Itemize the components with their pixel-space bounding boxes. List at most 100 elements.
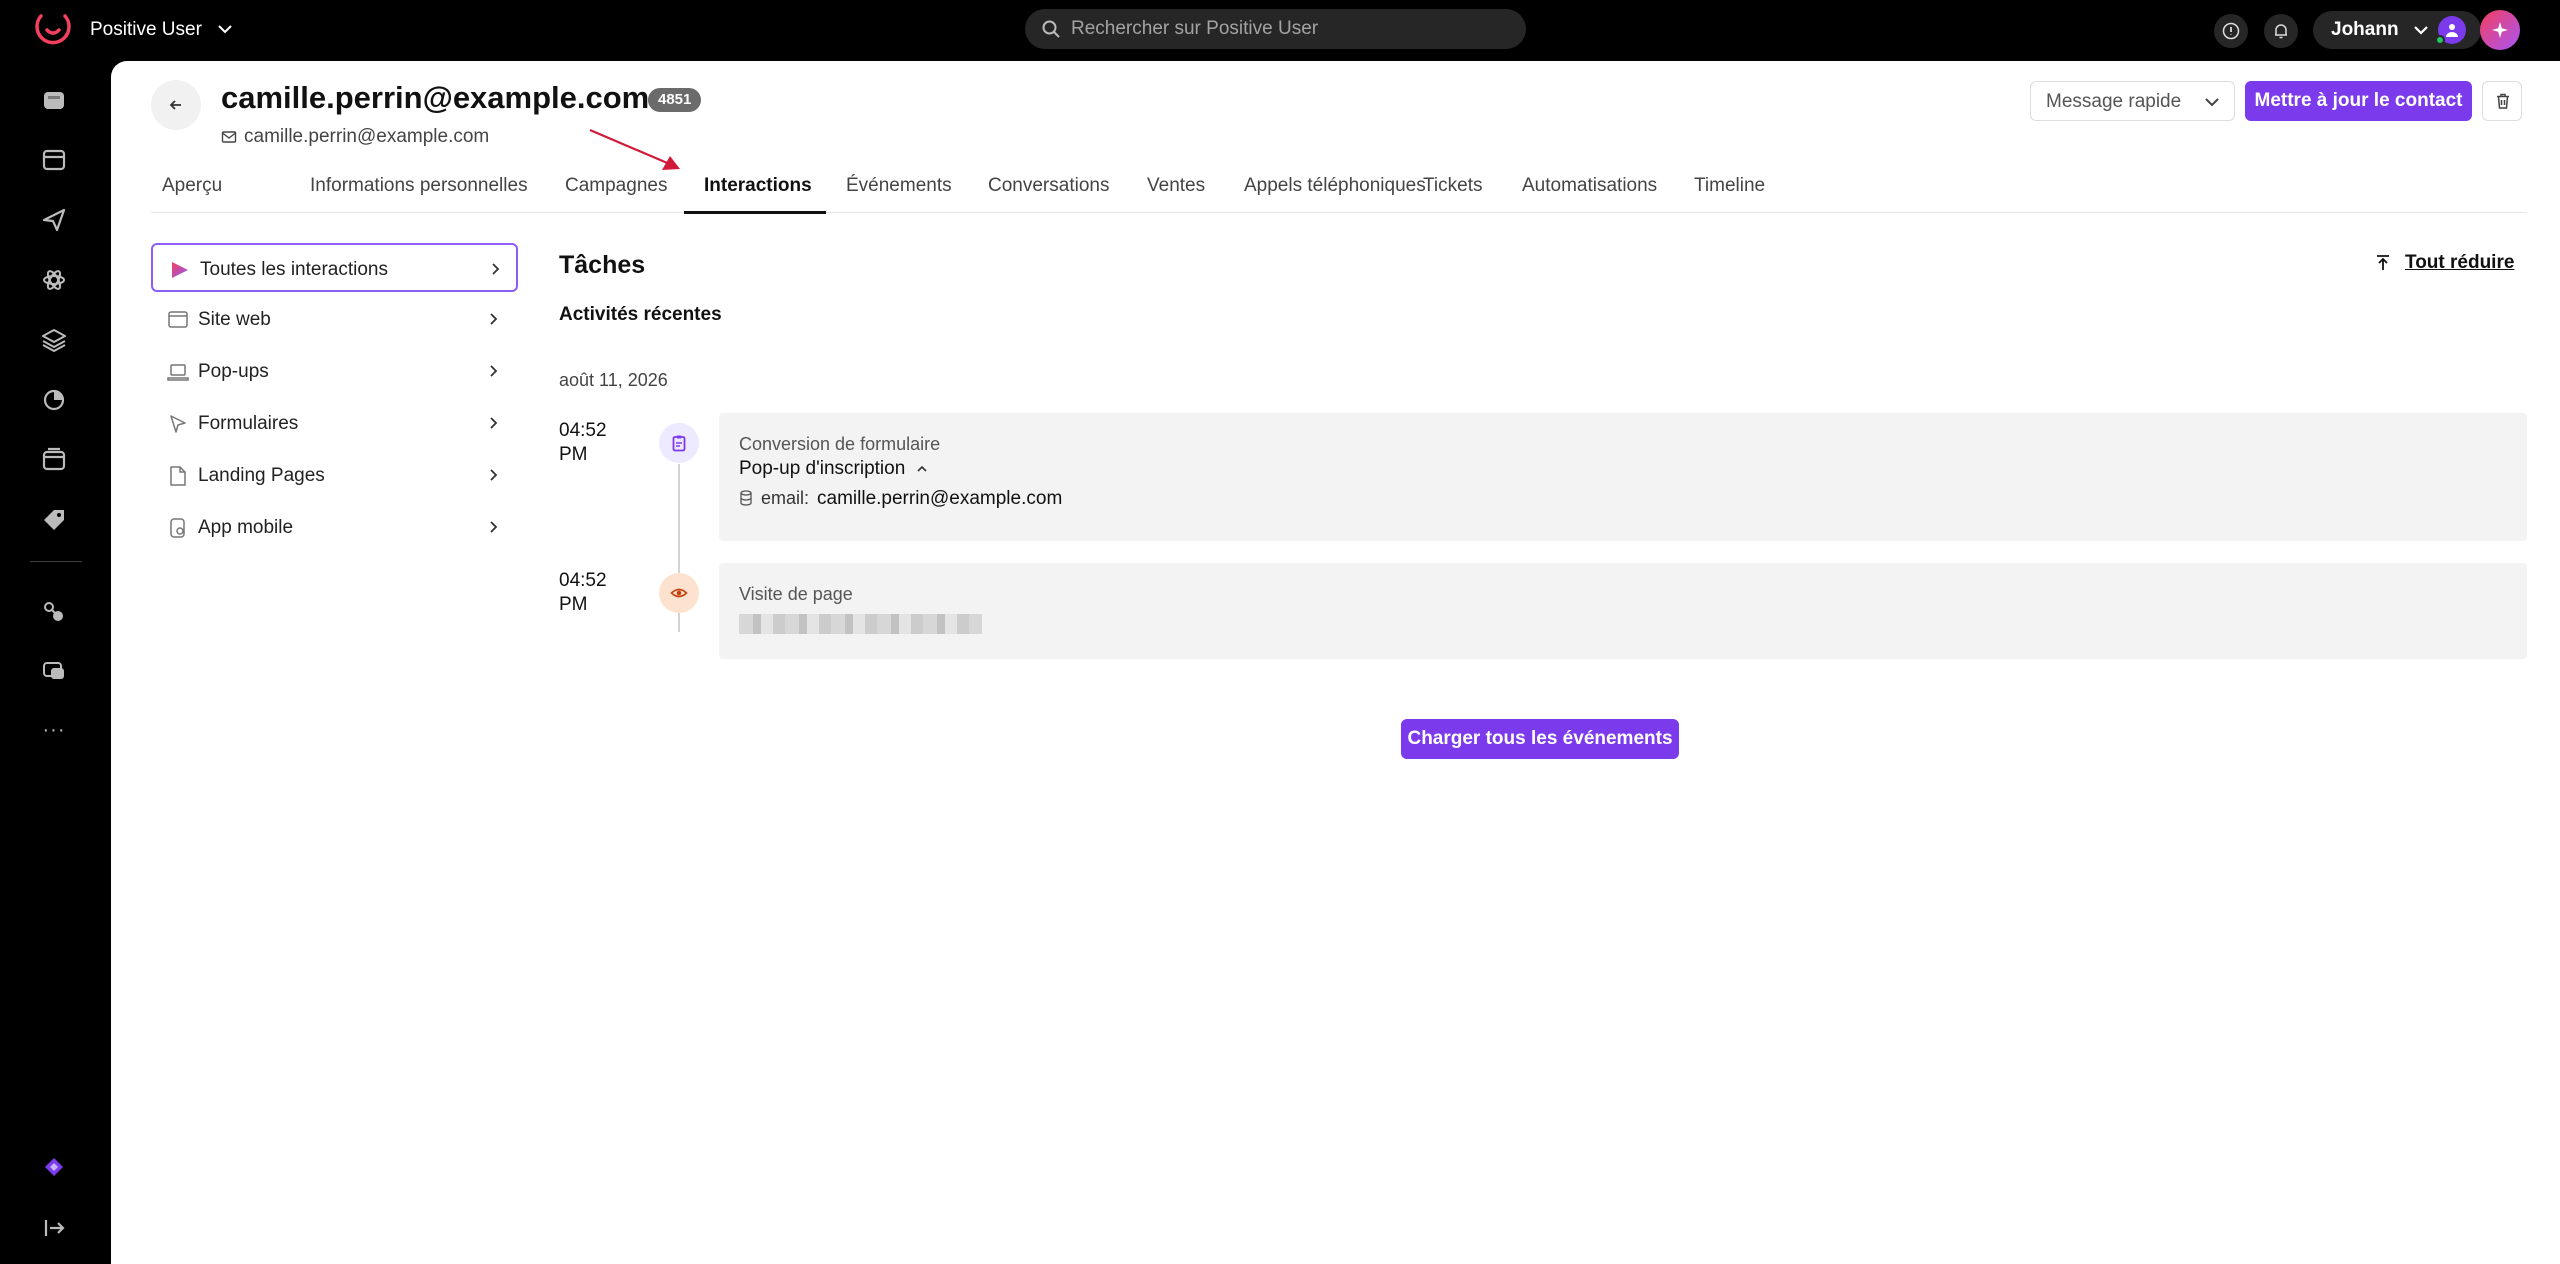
event-type-badge [659, 573, 699, 613]
collapse-up-icon [2377, 255, 2389, 270]
delete-button[interactable] [2482, 81, 2522, 121]
left-navigation-rail: ··· [0, 61, 111, 1264]
sidebar-item-landing-pages[interactable]: Landing Pages [151, 451, 518, 500]
inbox-icon[interactable] [40, 146, 68, 174]
tab-appels-telephoniques[interactable]: Appels téléphoniques [1244, 163, 1426, 213]
chevron-down-icon [2414, 26, 2428, 35]
chart-pie-icon[interactable] [40, 386, 68, 414]
info-button[interactable] [2214, 14, 2248, 48]
recent-activities-heading: Activités récentes [559, 304, 722, 325]
chevron-right-icon [490, 417, 498, 429]
sidebar-item-mobile-app[interactable]: App mobile [151, 503, 518, 552]
event-time: 04:52 PM [559, 570, 607, 615]
ai-assistant-button[interactable] [2480, 10, 2520, 50]
bell-icon [2275, 24, 2287, 39]
notifications-button[interactable] [2264, 14, 2298, 48]
mail-icon [221, 131, 237, 143]
tab-tickets[interactable]: Tickets [1423, 163, 1482, 213]
send-icon[interactable] [40, 206, 68, 234]
event-type-label: Visite de page [739, 584, 853, 604]
chevron-right-icon [490, 313, 498, 325]
active-tab-indicator [684, 211, 826, 214]
tab-interactions[interactable]: Interactions [704, 163, 812, 213]
redacted-url [739, 614, 982, 634]
workspace-name[interactable]: Positive User [90, 17, 202, 43]
info-icon [2222, 22, 2240, 40]
sidebar-item-all-interactions[interactable]: Toutes les interactions [151, 243, 518, 292]
chevron-right-icon [490, 365, 498, 377]
search-icon [1042, 20, 1060, 38]
collapse-all-label: Tout réduire [2405, 252, 2515, 273]
sidebar-item-label: Landing Pages [198, 465, 325, 486]
chevron-up-icon [917, 465, 927, 472]
event-time: 04:52 PM [559, 420, 607, 465]
rail-divider [30, 561, 82, 562]
page-title: camille.perrin@example.com [221, 80, 650, 115]
event-type-badge [659, 423, 699, 463]
quick-message-label: Message rapide [2046, 91, 2182, 112]
contact-id-badge: 4851 [648, 88, 702, 112]
tab-informations-personnelles[interactable]: Informations personnelles [310, 163, 528, 213]
user-icon [2446, 24, 2458, 37]
tab-conversations[interactable]: Conversations [988, 163, 1109, 213]
event-card-form-conversion[interactable]: Conversion de formulaire Pop-up d'inscri… [719, 413, 2527, 541]
integration-icon[interactable] [40, 1153, 68, 1181]
tab-automatisations[interactable]: Automatisations [1522, 163, 1657, 213]
contact-email: camille.perrin@example.com [221, 125, 489, 149]
chat-support-icon[interactable] [40, 658, 68, 686]
more-icon[interactable]: ··· [40, 719, 68, 742]
collapse-all-button[interactable]: Tout réduire [2373, 251, 2514, 275]
event-card-page-visit[interactable]: Visite de page [719, 563, 2527, 659]
collapse-sidebar-icon[interactable] [40, 1214, 68, 1242]
eye-icon [670, 588, 688, 598]
popup-icon [167, 364, 189, 381]
quick-message-dropdown[interactable]: Message rapide [2030, 81, 2235, 121]
top-bar: Positive User Rechercher sur Positive Us… [0, 0, 2560, 61]
chevron-right-icon [492, 263, 500, 275]
arrow-left-icon [169, 100, 181, 110]
home-icon[interactable] [40, 86, 68, 114]
section-title: Tâches [559, 251, 646, 279]
chevron-right-icon [490, 469, 498, 481]
sidebar-item-label: Toutes les interactions [200, 259, 388, 280]
sidebar-item-label: App mobile [198, 517, 294, 538]
sidebar-item-label: Site web [198, 309, 271, 330]
form-icon [170, 415, 186, 433]
sidebar-item-label: Pop-ups [198, 361, 269, 382]
play-gradient-icon [172, 262, 188, 278]
update-contact-button[interactable]: Mettre à jour le contact [2245, 81, 2472, 121]
sidebar-item-popups[interactable]: Pop-ups [151, 347, 518, 396]
database-icon [740, 490, 752, 506]
load-all-events-button[interactable]: Charger tous les événements [1401, 719, 1679, 759]
chevron-right-icon [490, 521, 498, 533]
tab-timeline[interactable]: Timeline [1694, 163, 1765, 213]
sidebar-item-label: Formulaires [198, 413, 299, 434]
contact-tabs: Aperçu Informations personnelles Campagn… [151, 163, 2527, 214]
atom-icon[interactable] [40, 266, 68, 294]
chevron-down-icon[interactable] [214, 18, 236, 40]
user-menu[interactable]: Johann [2313, 11, 2481, 49]
automation-icon[interactable] [40, 598, 68, 626]
layers-icon[interactable] [40, 326, 68, 354]
sidebar-item-website[interactable]: Site web [151, 295, 518, 344]
mobile-app-icon [170, 518, 185, 538]
tab-evenements[interactable]: Événements [846, 163, 952, 213]
sidebar-item-forms[interactable]: Formulaires [151, 399, 518, 448]
form-name: Pop-up d'inscription [739, 458, 906, 479]
tab-ventes[interactable]: Ventes [1147, 163, 1205, 213]
back-button[interactable] [151, 80, 201, 130]
trash-icon [2497, 93, 2509, 109]
date-group-label: août 11, 2026 [559, 370, 668, 390]
user-name: Johann [2331, 19, 2399, 40]
chevron-down-icon [2205, 98, 2219, 107]
tab-apercu[interactable]: Aperçu [162, 163, 222, 213]
search-input[interactable]: Rechercher sur Positive User [1025, 9, 1526, 49]
tab-campagnes[interactable]: Campagnes [565, 163, 667, 213]
browser-window-icon[interactable] [40, 446, 68, 474]
clipboard-icon [672, 435, 686, 452]
form-name-toggle[interactable]: Pop-up d'inscription [739, 457, 929, 481]
app-logo[interactable] [33, 10, 73, 50]
sparkle-icon [2492, 22, 2508, 38]
tags-icon[interactable] [40, 506, 68, 534]
page-icon [170, 466, 186, 486]
